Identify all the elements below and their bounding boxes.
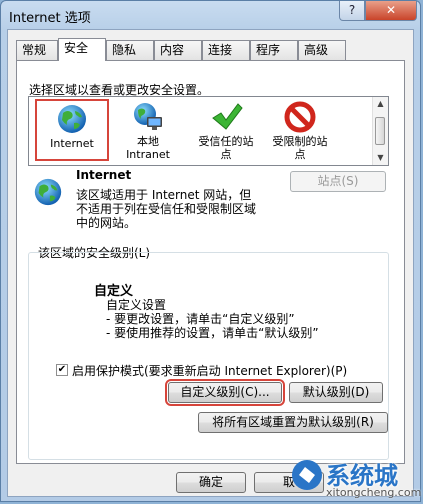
zone-local-intranet-line2: Intranet [126, 148, 170, 161]
watermark-url: xitongcheng.com [326, 486, 422, 499]
tab-content[interactable]: 内容 [154, 40, 202, 60]
zone-internet-label: Internet [50, 137, 94, 150]
window-title: Internet 选项 [9, 11, 91, 26]
protected-mode-checkbox[interactable]: ✔ [56, 364, 68, 376]
tab-advanced[interactable]: 高级 [298, 40, 346, 60]
globe-icon [58, 105, 86, 133]
zone-restricted-line2: 点 [294, 148, 306, 161]
default-level-button[interactable]: 默认级别(D) [289, 382, 383, 403]
help-button[interactable]: ? [339, 1, 365, 21]
scroll-up-arrow-icon[interactable]: ▲ [373, 97, 388, 111]
title-bar[interactable]: Internet 选项 ? ✕ [1, 1, 420, 29]
scroll-thumb[interactable] [375, 117, 385, 145]
intranet-icon [134, 103, 162, 130]
tab-general[interactable]: 常规 [16, 40, 58, 60]
tab-privacy[interactable]: 隐私 [106, 40, 154, 60]
internet-options-dialog: Internet 选项 ? ✕ 常规 安全 隐私 内容 连接 程序 高级 选择区… [0, 0, 421, 502]
scroll-down-arrow-icon[interactable]: ▼ [373, 151, 388, 165]
zone-restricted-sites[interactable]: 受限制的站 点 [263, 99, 337, 161]
zone-list[interactable]: Internet 本地 Intranet 受信任的站 点 受限制的站 点 ▲ ▼ [28, 96, 389, 166]
zone-restricted-line1: 受限制的站 [272, 135, 328, 148]
checkmark-icon [212, 103, 243, 130]
tab-programs[interactable]: 程序 [250, 40, 298, 60]
reset-all-zones-button[interactable]: 将所有区域重置为默认级别(R) [198, 412, 388, 433]
watermark-logo-icon [292, 460, 322, 490]
selected-zone-globe-icon [34, 178, 62, 206]
ok-button[interactable]: 确定 [176, 472, 246, 493]
zone-local-intranet[interactable]: 本地 Intranet [111, 99, 185, 161]
tab-security[interactable]: 安全 [58, 38, 106, 61]
sites-button[interactable]: 站点(S) [290, 171, 386, 192]
zone-trusted-line1: 受信任的站 [198, 135, 254, 148]
selected-zone-title: Internet [76, 168, 132, 182]
close-button[interactable]: ✕ [365, 1, 417, 21]
dialog-client-area: 常规 安全 隐私 内容 连接 程序 高级 选择区域以查看或更改安全设置。 Int… [7, 29, 414, 497]
watermark: 系统城 xitongcheng.com [286, 454, 423, 504]
zone-list-scrollbar[interactable]: ▲ ▼ [372, 97, 388, 165]
zone-trusted-line2: 点 [220, 148, 232, 161]
tab-connections[interactable]: 连接 [202, 40, 250, 60]
level-desc-line3: - 要使用推荐的设置，请单击“默认级别” [106, 326, 319, 340]
prohibited-icon [284, 101, 316, 133]
zone-trusted-sites[interactable]: 受信任的站 点 [189, 99, 263, 161]
custom-level-button[interactable]: 自定义级别(C)... [165, 379, 285, 406]
protected-mode-label[interactable]: 启用保护模式(要求重新启动 Internet Explorer)(P) [72, 362, 347, 379]
zone-internet[interactable]: Internet [35, 99, 109, 161]
zone-description-line3: 中的网站。 [76, 216, 137, 230]
zone-local-intranet-line1: 本地 [137, 135, 159, 148]
